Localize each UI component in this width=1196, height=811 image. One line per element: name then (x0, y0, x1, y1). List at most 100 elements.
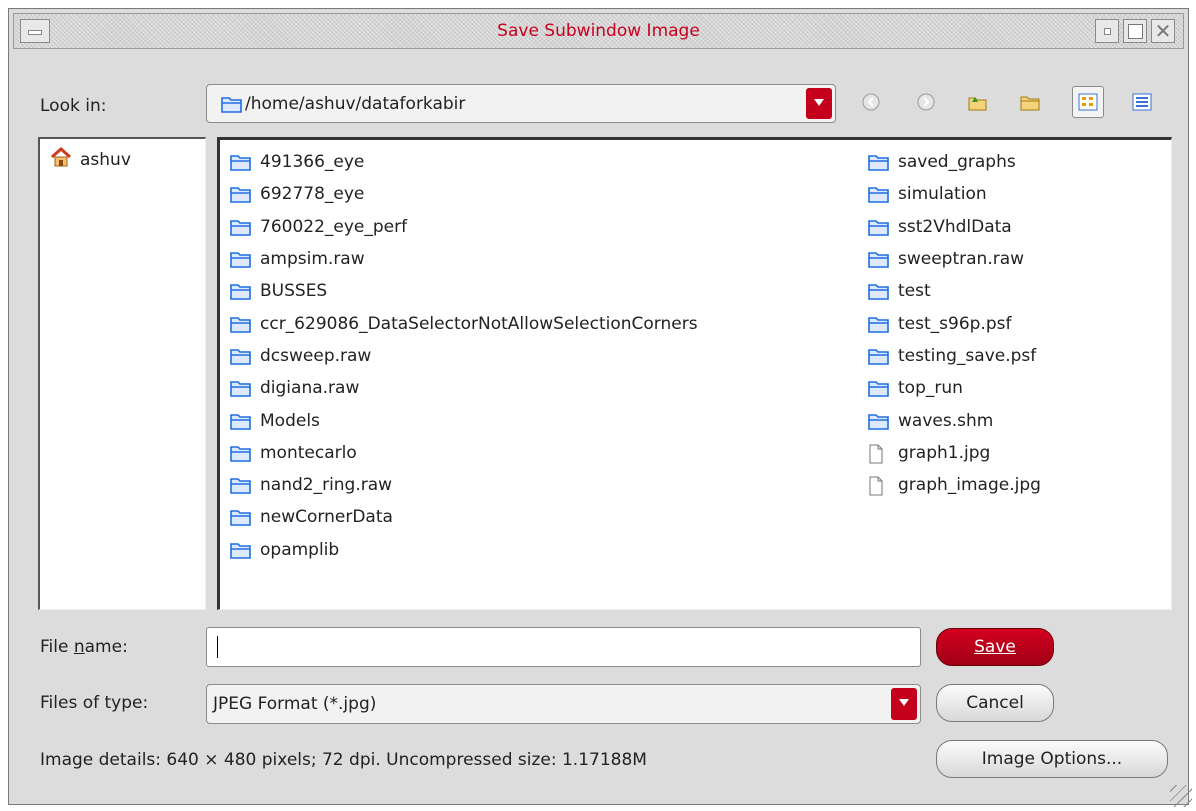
folder-icon (230, 541, 252, 559)
minimize-button[interactable] (1095, 19, 1119, 43)
list-item-label: newCornerData (260, 507, 393, 528)
list-item[interactable]: sweeptran.raw (868, 243, 1041, 275)
list-item-label: nand2_ring.raw (260, 475, 393, 496)
image-details-text: Image details: 640 × 480 pixels; 72 dpi.… (40, 750, 647, 770)
folder-icon (868, 185, 890, 204)
look-in-dropdown-arrow[interactable] (806, 88, 832, 119)
look-in-label: Look in: (40, 96, 107, 116)
list-item-label: sst2VhdlData (898, 216, 1012, 237)
maximize-button[interactable] (1123, 19, 1147, 43)
file-icon (868, 444, 890, 464)
forward-icon[interactable] (912, 88, 940, 116)
folder-icon (230, 476, 252, 494)
list-item[interactable]: ampsim.raw (230, 243, 698, 275)
list-item[interactable]: 491366_eye (230, 146, 698, 178)
list-item-label: test (898, 281, 931, 302)
list-item-label: dcsweep.raw (260, 345, 372, 366)
list-item[interactable]: 760022_eye_perf (230, 211, 698, 243)
list-item-label: 491366_eye (260, 152, 365, 173)
list-item[interactable]: newCornerData (230, 501, 698, 533)
folder-icon (230, 347, 252, 365)
list-item[interactable]: test_s96p.psf (868, 307, 1041, 339)
list-item[interactable]: ccr_629086_DataSelectorNotAllowSelection… (230, 307, 698, 339)
save-button-label: Save (974, 637, 1016, 657)
file-icon (868, 476, 890, 496)
folder-icon (230, 412, 252, 430)
cancel-button[interactable]: Cancel (936, 684, 1054, 722)
list-item[interactable]: sst2VhdlData (868, 211, 1041, 243)
list-item[interactable]: 692778_eye (230, 178, 698, 210)
folder-icon (230, 282, 252, 301)
file-name-input[interactable] (206, 627, 921, 667)
title-bar[interactable]: Save Subwindow Image ✕ (13, 13, 1184, 49)
list-item-label: saved_graphs (898, 152, 1016, 173)
list-item-label: opamplib (260, 539, 340, 560)
folder-icon (868, 218, 890, 236)
list-item-label: simulation (898, 184, 987, 205)
save-button[interactable]: Save (936, 628, 1054, 666)
folder-icon (868, 315, 890, 333)
list-item-label: testing_save.psf (898, 345, 1037, 366)
list-item[interactable]: nand2_ring.raw (230, 469, 698, 501)
list-item[interactable]: Models (230, 404, 698, 436)
list-item-label: montecarlo (260, 442, 357, 463)
list-item-label: digiana.raw (260, 378, 360, 399)
folder-icon (868, 379, 890, 398)
text-caret (217, 636, 218, 658)
home-icon (50, 146, 72, 172)
list-item[interactable]: test (868, 275, 1041, 307)
look-in-path: /home/ashuv/dataforkabir (245, 94, 466, 114)
file-type-combo[interactable]: JPEG Format (*.jpg) (206, 684, 921, 724)
list-item-label: graph1.jpg (898, 442, 991, 463)
folder-icon (230, 218, 252, 236)
folder-icon (868, 412, 890, 430)
list-item[interactable]: graph_image.jpg (868, 469, 1041, 501)
list-item[interactable]: saved_graphs (868, 146, 1041, 178)
folder-icon (868, 153, 890, 171)
list-item-label: Models (260, 410, 320, 431)
sidebar-item-ashuv[interactable]: ashuv (50, 146, 131, 172)
new-folder-icon[interactable] (1016, 88, 1044, 116)
list-item-label: ampsim.raw (260, 249, 365, 270)
list-item[interactable]: opamplib (230, 534, 698, 566)
file-list-column-1: 491366_eye 692778_eye 760022_eye_perfampsi… (230, 146, 698, 566)
folder-icon (221, 95, 243, 113)
list-item-label: BUSSES (260, 281, 328, 302)
files-of-type-label: Files of type: (40, 693, 149, 713)
folder-icon (868, 347, 890, 365)
list-item-label: 692778_eye (260, 184, 365, 205)
list-item[interactable]: dcsweep.raw (230, 340, 698, 372)
folder-icon (868, 282, 890, 301)
folder-icon (230, 508, 252, 527)
list-item-label: sweeptran.raw (898, 249, 1025, 270)
back-icon[interactable] (857, 88, 885, 116)
list-item-label: top_run (898, 378, 963, 399)
up-folder-icon[interactable] (963, 88, 991, 116)
list-item[interactable]: simulation (868, 178, 1041, 210)
folder-icon (230, 153, 252, 171)
details-view-icon[interactable] (1128, 88, 1156, 116)
list-item[interactable]: graph1.jpg (868, 437, 1041, 469)
folder-icon (868, 250, 890, 268)
window-title: Save Subwindow Image (497, 21, 700, 41)
list-item[interactable]: testing_save.psf (868, 340, 1041, 372)
folder-icon (230, 444, 252, 462)
folder-icon (230, 315, 252, 333)
list-item-label: graph_image.jpg (898, 475, 1041, 496)
list-item[interactable]: waves.shm (868, 404, 1041, 436)
close-button[interactable]: ✕ (1151, 19, 1175, 43)
look-in-combo[interactable]: /home/ashuv/dataforkabir (206, 84, 836, 123)
file-name-label: File name: (40, 637, 128, 657)
resize-grip[interactable] (1170, 785, 1192, 807)
image-options-button[interactable]: Image Options... (936, 740, 1168, 778)
list-item[interactable]: montecarlo (230, 437, 698, 469)
list-item[interactable]: top_run (868, 372, 1041, 404)
list-item-label: waves.shm (898, 410, 994, 431)
list-item[interactable]: BUSSES (230, 275, 698, 307)
file-list[interactable]: 491366_eye 692778_eye 760022_eye_perfampsi… (217, 137, 1172, 610)
list-item-label: test_s96p.psf (898, 313, 1012, 334)
list-view-icon[interactable] (1072, 86, 1104, 118)
file-type-dropdown-arrow[interactable] (891, 688, 917, 720)
list-item-label: 760022_eye_perf (260, 216, 408, 237)
list-item[interactable]: digiana.raw (230, 372, 698, 404)
